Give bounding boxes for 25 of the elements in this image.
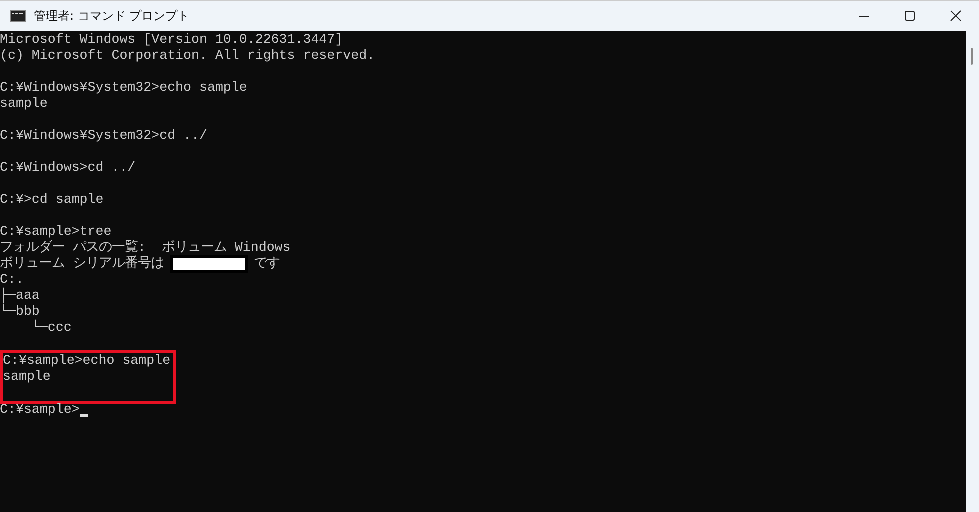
console-line: C:¥sample>tree [0, 224, 113, 240]
console-line: C:¥Windows¥System32>echo sample [0, 80, 248, 96]
text-cursor [80, 414, 88, 417]
console-prompt: C:¥sample> [0, 402, 80, 418]
window-title: 管理者: コマンド プロンプト [34, 8, 190, 24]
console-line: C:¥Windows¥System32>cd ../ [0, 128, 208, 144]
console-line: C:¥Windows>cd ../ [0, 160, 137, 176]
console-line: └─ccc [30, 320, 73, 336]
scrollbar[interactable] [966, 31, 979, 512]
maximize-icon [904, 10, 916, 22]
console-line: ボリューム シリアル番号は [0, 256, 164, 272]
console-line: C:. [0, 272, 25, 288]
console-line: (c) Microsoft Corporation. All rights reserved. [0, 48, 376, 64]
console-line: └─bbb [0, 304, 41, 320]
scrollbar-thumb[interactable] [971, 48, 973, 65]
console-line: sample [0, 96, 49, 112]
close-icon [950, 10, 962, 22]
console-line: C:¥sample>echo sample [3, 353, 172, 369]
terminal-icon [10, 10, 26, 22]
console-line: sample [3, 369, 52, 385]
console-line: です [254, 256, 280, 272]
console-line: フォルダー パスの一覧: ボリューム Windows [0, 240, 292, 256]
console-line: Microsoft Windows [Version 10.0.22631.3447] [0, 32, 344, 48]
console-line: ├─aaa [0, 288, 41, 304]
console-line: C:¥>cd sample [0, 192, 105, 208]
